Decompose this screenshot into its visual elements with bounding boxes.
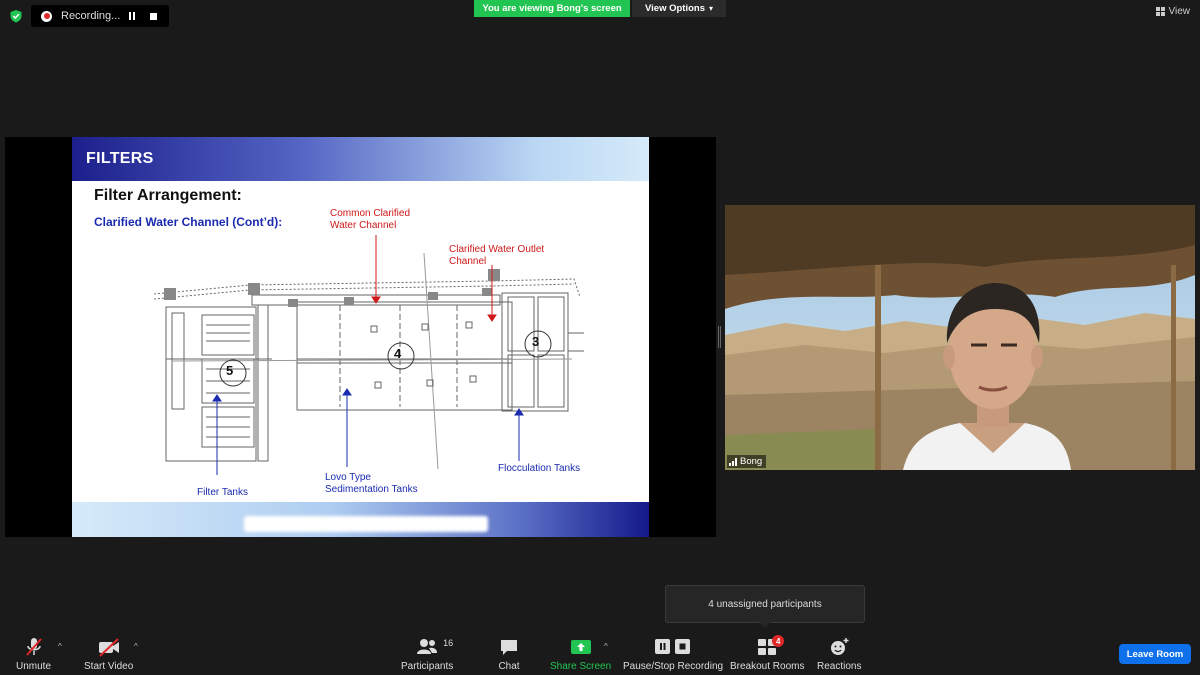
label-common-channel-1: Common Clarified <box>330 208 411 219</box>
participants-label: Participants <box>401 661 454 672</box>
start-video-button[interactable]: Start Video <box>84 636 133 672</box>
marker-3: 3 <box>532 334 540 349</box>
participant-name-tag: Bong <box>727 455 767 468</box>
recording-label: Recording... <box>61 10 121 22</box>
unmute-label: Unmute <box>16 661 52 672</box>
view-layout-button[interactable]: View <box>1155 6 1191 17</box>
label-common-channel-2: Water Channel <box>330 220 397 231</box>
label-lovo-1: Lovo Type <box>325 472 371 483</box>
connection-signal-icon <box>729 457 737 466</box>
slide-footer-band <box>72 502 649 537</box>
stop-icon <box>149 12 157 20</box>
view-label: View <box>1168 6 1191 17</box>
people-icon: 16 <box>415 636 453 658</box>
share-up-arrow-icon <box>570 636 592 658</box>
stop-recording-button[interactable] <box>144 7 162 25</box>
breakout-rooms-label: Breakout Rooms <box>730 661 805 672</box>
camera-off-icon <box>97 636 121 658</box>
unassigned-participants-tooltip: 4 unassigned participants <box>665 585 865 628</box>
microphone-muted-icon <box>24 636 44 658</box>
unmute-button[interactable]: Unmute <box>16 636 51 672</box>
pause-stop-recording-label: Pause/Stop Recording <box>623 661 724 672</box>
chevron-down-icon: ▾ <box>709 4 714 13</box>
label-flocculation: Flocculation Tanks <box>498 463 581 474</box>
grid-view-icon <box>1155 7 1165 16</box>
participant-name: Bong <box>740 456 763 467</box>
chat-button[interactable]: Chat <box>498 636 520 672</box>
pause-stop-recording-button[interactable]: Pause/Stop Recording <box>623 636 723 672</box>
presentation-slide: FILTERS Filter Arrangement: Clarified Wa… <box>72 137 649 537</box>
recording-indicator: Recording... <box>31 5 169 27</box>
share-screen-button[interactable]: Share Screen <box>550 636 611 672</box>
audio-options-caret-icon[interactable]: ^ <box>58 642 62 651</box>
breakout-rooms-button[interactable]: 4 Breakout Rooms <box>730 635 805 672</box>
reactions-button[interactable]: Reactions <box>817 636 861 672</box>
video-frame-image <box>725 205 1195 470</box>
share-screen-label: Share Screen <box>550 661 612 672</box>
reactions-label: Reactions <box>817 661 862 672</box>
security-shield-icon[interactable] <box>9 9 23 23</box>
chat-label: Chat <box>498 661 520 672</box>
recording-dot-icon <box>41 10 52 22</box>
label-filter-tanks: Filter Tanks <box>197 487 248 498</box>
shared-screen[interactable]: FILTERS Filter Arrangement: Clarified Wa… <box>5 137 716 537</box>
view-options-button[interactable]: View Options ▾ <box>632 0 726 17</box>
marker-5: 5 <box>226 363 234 378</box>
chat-bubble-icon <box>498 636 520 658</box>
leave-room-button[interactable]: Leave Room <box>1119 644 1191 664</box>
label-outlet-channel-2: Channel <box>449 256 487 267</box>
viewing-screen-banner: You are viewing Bong's screen <box>474 0 630 17</box>
pause-recording-button[interactable] <box>123 7 141 25</box>
breakout-badge: 4 <box>772 635 785 647</box>
grid-icon: 4 <box>756 635 785 658</box>
label-outlet-channel-1: Clarified Water Outlet <box>449 244 545 255</box>
participant-count: 16 <box>443 638 454 648</box>
view-options-label: View Options <box>644 3 705 14</box>
video-options-caret-icon[interactable]: ^ <box>134 642 138 651</box>
marker-4: 4 <box>394 346 402 361</box>
share-options-caret-icon[interactable]: ^ <box>604 642 608 651</box>
pause-icon <box>129 12 135 20</box>
panel-resize-handle[interactable] <box>718 326 721 348</box>
smile-plus-icon <box>828 636 850 658</box>
participant-video[interactable]: Bong <box>725 205 1195 470</box>
redacted-footer-text <box>244 516 488 532</box>
start-video-label: Start Video <box>84 661 134 672</box>
label-lovo-2: Sedimentation Tanks <box>325 484 418 495</box>
pause-stop-icon <box>653 636 693 658</box>
participants-button[interactable]: 16 Participants <box>401 636 453 672</box>
